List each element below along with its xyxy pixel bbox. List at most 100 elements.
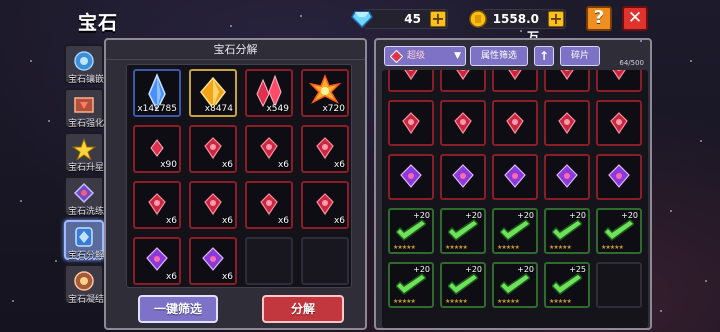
gem-slot[interactable] <box>440 100 486 146</box>
gem-slot[interactable] <box>492 154 538 200</box>
sidebar-item-5[interactable]: 宝石凝结 <box>64 264 104 305</box>
shard-button[interactable]: 碎片 <box>560 46 600 66</box>
red-gem-icon <box>506 112 524 135</box>
check-icon <box>552 219 582 241</box>
material-slot[interactable]: x6 <box>189 125 237 173</box>
gem-stars: ★★★★★ <box>393 244 416 251</box>
check-icon <box>448 219 478 241</box>
quick-filter-button[interactable]: 一键筛选 <box>138 295 218 323</box>
gem-slot[interactable]: +20 ★★★★★ <box>596 208 642 254</box>
red-gem-icon <box>610 112 628 135</box>
add-diamonds-button[interactable]: + <box>430 11 446 27</box>
gem-slot[interactable] <box>492 70 538 92</box>
gem-slot[interactable] <box>596 70 642 92</box>
gem-stars: ★★★★★ <box>601 244 624 251</box>
sidebar-item-1[interactable]: 宝石强化 <box>64 88 104 129</box>
star-decoration <box>520 30 522 32</box>
sidebar-item-2[interactable]: 宝石升星 <box>64 132 104 173</box>
gem-slot[interactable]: +20 ★★★★★ <box>492 262 538 308</box>
gem-slot[interactable] <box>440 154 486 200</box>
material-slot[interactable]: x142785 <box>133 69 181 117</box>
material-count: x6 <box>277 216 289 226</box>
gem-slot[interactable]: +20 ★★★★★ <box>388 262 434 308</box>
material-slot[interactable]: x549 <box>245 69 293 117</box>
gem-slot[interactable] <box>544 70 590 92</box>
sidebar-item-0[interactable]: 宝石镶嵌 <box>64 44 104 85</box>
material-slot[interactable]: x6 <box>301 181 349 229</box>
purple-gem-icon <box>504 164 526 188</box>
material-grid: x142785 x8474 x549 x720 x90 x6 x6 x6 x6 x6 x6 x6 x6 x… <box>126 64 352 288</box>
quality-filter-label: 超级 <box>407 51 426 61</box>
sort-arrow-button[interactable]: ↑ <box>534 46 554 66</box>
gem-slot[interactable]: +20 ★★★★★ <box>492 208 538 254</box>
red-gem-icon <box>404 70 418 81</box>
material-slot[interactable]: x6 <box>245 125 293 173</box>
check-icon <box>604 219 634 241</box>
attribute-filter-button[interactable]: 属性筛选 <box>470 46 528 66</box>
gem-slot[interactable]: +20 ★★★★★ <box>440 208 486 254</box>
gold-counter: 1558.0万 + <box>469 9 566 44</box>
material-slot[interactable]: x6 <box>133 181 181 229</box>
gem-slot[interactable]: +20 ★★★★★ <box>544 208 590 254</box>
gem-slot[interactable] <box>440 70 486 92</box>
sidebar-item-4[interactable]: 宝石分解 <box>64 220 104 261</box>
material-slot[interactable]: x6 <box>189 237 237 285</box>
gem-slot[interactable] <box>596 154 642 200</box>
gem-inlay-icon <box>74 51 94 71</box>
gem-slot[interactable] <box>388 154 434 200</box>
gem-decompose-icon <box>75 227 93 247</box>
red-gem-icon <box>456 70 470 81</box>
gem-slot[interactable] <box>544 100 590 146</box>
gem-stars: ★★★★★ <box>445 298 468 305</box>
gem-slot[interactable]: +25 ★★★★★ <box>544 262 590 308</box>
empty-slot[interactable] <box>245 237 293 285</box>
check-icon <box>396 219 426 241</box>
material-slot[interactable]: x6 <box>189 181 237 229</box>
red-gem-icon <box>558 112 576 135</box>
gem-slot[interactable] <box>388 100 434 146</box>
add-gold-button[interactable]: + <box>548 11 564 27</box>
star-decoration <box>48 120 50 122</box>
diamond-value: 45 <box>404 12 421 26</box>
gem-slot[interactable]: +20 ★★★★★ <box>440 262 486 308</box>
star-decoration <box>20 200 22 202</box>
gem-inventory-panel: 超级 ▼ 属性筛选 ↑ 碎片 64/500 +20 ★★★★★ +20 ★★★★★ +2… <box>374 38 652 330</box>
gem-level: +20 <box>569 211 586 220</box>
decompose-button[interactable]: 分解 <box>262 295 344 323</box>
gem-level: +20 <box>465 265 482 274</box>
material-count: x6 <box>221 216 233 226</box>
purple-gem-icon <box>452 164 474 188</box>
quality-filter-dropdown[interactable]: 超级 ▼ <box>384 46 466 66</box>
empty-gem-slot[interactable] <box>596 262 642 308</box>
material-slot[interactable]: x6 <box>133 237 181 285</box>
material-count: x8474 <box>204 104 233 114</box>
check-icon <box>500 219 530 241</box>
material-slot[interactable]: x90 <box>133 125 181 173</box>
gem-stars: ★★★★★ <box>445 244 468 251</box>
gem-level: +20 <box>465 211 482 220</box>
gem-slot[interactable] <box>492 100 538 146</box>
gem-enhance-icon <box>74 97 94 113</box>
sidebar-item-label: 宝石洗练 <box>67 207 104 217</box>
red-gem-icon <box>402 112 420 135</box>
sidebar-item-3[interactable]: 宝石洗练 <box>64 176 104 217</box>
material-count: x6 <box>333 216 345 226</box>
red-gem-icon <box>560 70 574 81</box>
empty-slot[interactable] <box>301 237 349 285</box>
red-gem-icon <box>390 50 403 63</box>
material-slot[interactable]: x6 <box>245 181 293 229</box>
gem-slot[interactable] <box>388 70 434 92</box>
gem-stars: ★★★★★ <box>497 298 520 305</box>
gold-coin-icon <box>469 10 487 28</box>
gem-slot[interactable] <box>544 154 590 200</box>
gem-slot[interactable] <box>596 100 642 146</box>
material-slot[interactable]: x720 <box>301 69 349 117</box>
close-button[interactable]: ✕ <box>622 6 648 31</box>
purple-gem-icon <box>400 164 422 188</box>
material-slot[interactable]: x6 <box>301 125 349 173</box>
material-count: x90 <box>160 160 177 170</box>
gem-slot[interactable]: +20 ★★★★★ <box>388 208 434 254</box>
material-slot[interactable]: x8474 <box>189 69 237 117</box>
sidebar-item-label: 宝石凝结 <box>67 295 104 305</box>
help-button[interactable]: ? <box>586 6 612 31</box>
